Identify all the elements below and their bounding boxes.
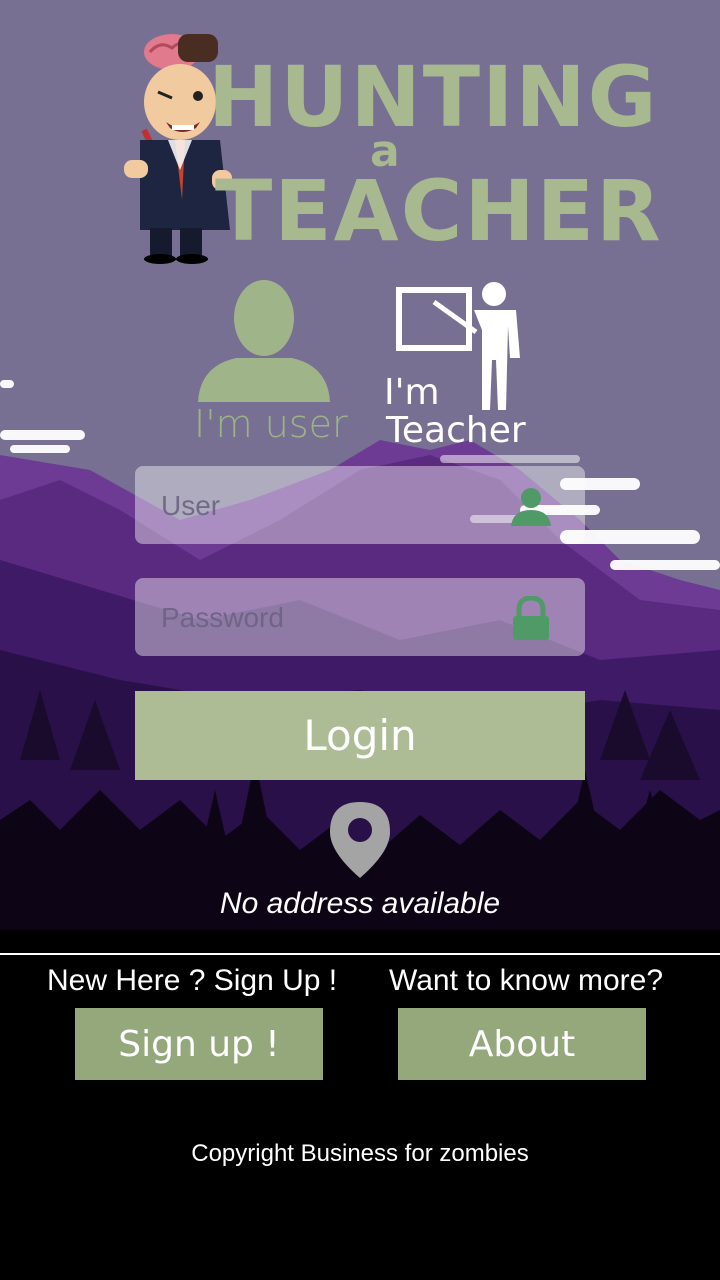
about-button[interactable]: About <box>398 1008 646 1080</box>
address-text: No address available <box>219 887 501 920</box>
footer-divider <box>0 953 720 955</box>
location-pin-icon <box>330 802 390 878</box>
password-input[interactable] <box>159 578 503 658</box>
about-prompt: Want to know more? <box>389 964 663 997</box>
copyright-text: Copyright Business for zombies <box>191 1140 529 1167</box>
role-user-option[interactable]: I'm user <box>190 280 348 450</box>
signup-prompt: New Here ? Sign Up ! <box>47 964 338 997</box>
lock-icon <box>513 596 549 640</box>
user-role-label: I'm user <box>194 402 348 446</box>
signup-button[interactable]: Sign up ! <box>75 1008 323 1080</box>
username-input[interactable] <box>159 466 503 546</box>
password-field[interactable] <box>135 578 585 658</box>
username-field[interactable] <box>135 466 585 546</box>
user-field-icon <box>511 488 551 526</box>
user-silhouette-icon <box>198 280 330 402</box>
teacher-role-label-line1: I'm <box>384 372 440 413</box>
login-button[interactable]: Login <box>135 691 585 780</box>
app-logo: HUNTING a TEACHER <box>120 30 661 270</box>
logo-title-teacher: TEACHER <box>215 162 663 260</box>
role-teacher-option[interactable]: I'm Teacher <box>380 280 540 450</box>
logo-title-hunting: HUNTING <box>208 48 659 146</box>
teacher-role-label-line2: Teacher <box>386 410 526 451</box>
